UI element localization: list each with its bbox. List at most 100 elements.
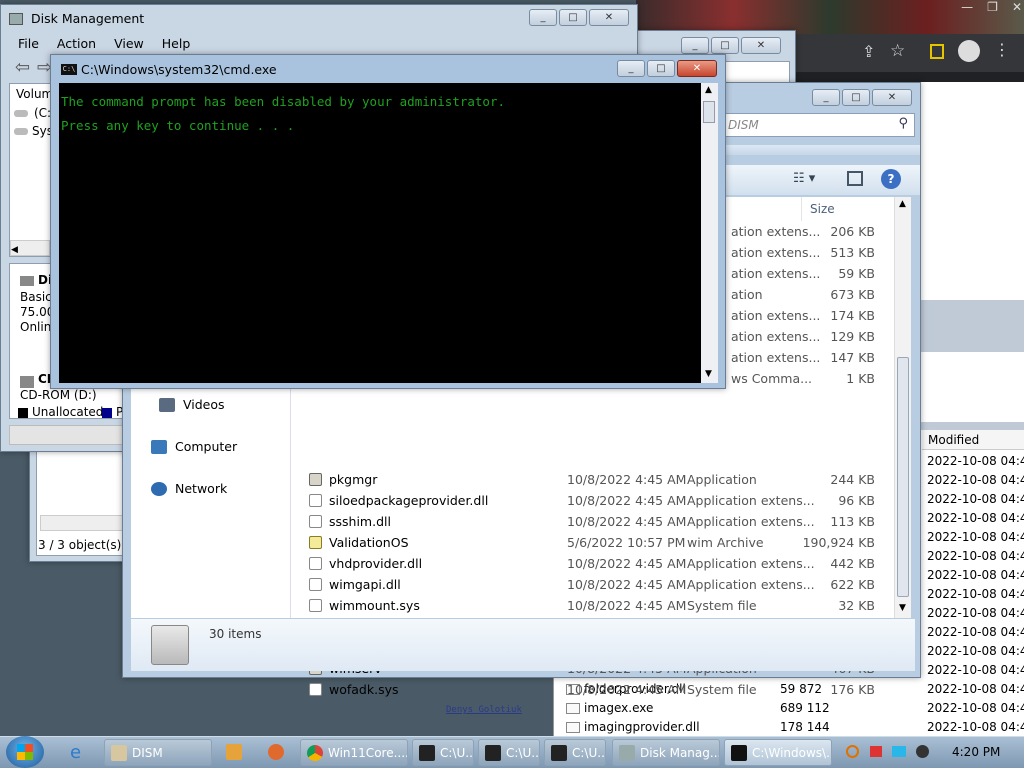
taskbar-7zip-3[interactable]: C:\U... bbox=[544, 739, 606, 766]
maximize-icon[interactable]: □ bbox=[559, 9, 587, 26]
maximize-icon[interactable]: ❐ bbox=[987, 0, 998, 18]
taskbar-disk-management[interactable]: Disk Manag... bbox=[612, 739, 720, 766]
star-icon[interactable]: ☆ bbox=[890, 41, 905, 61]
taskbar-chrome[interactable]: Win11Core.... bbox=[300, 739, 408, 766]
kebab-menu-icon[interactable]: ⋮ bbox=[994, 40, 1010, 59]
archive-file-row[interactable]: imagingprovider.dll 178 144 2022-10-08 04:… bbox=[554, 718, 1024, 737]
display-icon[interactable] bbox=[892, 746, 906, 757]
browser-caption-buttons[interactable]: — ❐ ✕ bbox=[926, 0, 1022, 18]
file-size: 113 KB bbox=[830, 514, 875, 529]
file-date: 10/8/2022 4:45 AM bbox=[567, 598, 687, 613]
media-player-icon[interactable] bbox=[226, 744, 242, 760]
column-header-modified[interactable]: Modified bbox=[922, 430, 1024, 450]
close-icon[interactable]: ✕ bbox=[677, 60, 717, 77]
close-icon[interactable]: ✕ bbox=[741, 37, 781, 54]
preview-pane-icon[interactable] bbox=[847, 171, 863, 186]
background-hscrollbar[interactable] bbox=[40, 515, 130, 531]
scroll-up-icon[interactable]: ▲ bbox=[899, 199, 906, 209]
cmd-titlebar[interactable]: C:\ C:\Windows\system32\cmd.exe _ □ ✕ bbox=[51, 55, 725, 83]
disk-management-titlebar[interactable]: Disk Management _ □ ✕ bbox=[1, 5, 637, 33]
start-button[interactable] bbox=[6, 736, 44, 768]
file-date: 10/8/2022 4:45 AM bbox=[567, 472, 687, 487]
search-input[interactable]: DISM bbox=[728, 118, 759, 132]
drive-icon bbox=[14, 110, 28, 117]
size-column-header[interactable]: Size bbox=[801, 197, 891, 221]
scroll-thumb[interactable] bbox=[897, 357, 909, 597]
back-arrow-icon[interactable]: ⇦ bbox=[15, 57, 30, 78]
legend-primary-swatch bbox=[102, 408, 112, 418]
taskbar-chrome-label: Win11Core.... bbox=[328, 745, 408, 760]
help-icon[interactable]: ? bbox=[881, 169, 901, 189]
console-scroll-thumb[interactable] bbox=[703, 101, 715, 123]
nav-network[interactable]: Network bbox=[151, 481, 227, 496]
minimize-icon[interactable]: — bbox=[961, 0, 973, 18]
minimize-icon[interactable]: _ bbox=[529, 9, 557, 26]
nav-computer[interactable]: Computer bbox=[151, 439, 237, 454]
file-date: 10/8/2022 4:45 AM bbox=[567, 577, 687, 592]
console-vscrollbar[interactable]: ▲ ▼ bbox=[701, 83, 718, 383]
disk-icon bbox=[20, 276, 34, 286]
search-box[interactable]: DISM ⚲ bbox=[719, 113, 915, 137]
file-row[interactable]: pkgmgr 10/8/2022 4:45 AM Application 244 KB bbox=[291, 469, 911, 490]
minimize-icon[interactable]: _ bbox=[812, 89, 840, 106]
menu-file[interactable]: File bbox=[9, 33, 48, 54]
modified-date: 2022-10-08 04:45 bbox=[927, 530, 1024, 544]
background-window-controls: _ □ ✕ bbox=[681, 37, 781, 54]
menu-view[interactable]: View bbox=[105, 33, 153, 54]
console-area[interactable]: The command prompt has been disabled by … bbox=[59, 83, 701, 383]
archive-file-row[interactable]: imagex.exe 689 112 2022-10-08 04:45 bbox=[554, 699, 1024, 718]
file-type: Application extens... bbox=[687, 577, 815, 592]
file-row[interactable]: wimmount.sys 10/8/2022 4:45 AM System file… bbox=[291, 595, 911, 616]
scroll-left-icon[interactable]: ◀ bbox=[11, 245, 18, 255]
modified-header-label: Modified bbox=[928, 433, 980, 447]
share-icon[interactable]: ⇪ bbox=[862, 42, 875, 61]
file-row[interactable]: wimgapi.dll 10/8/2022 4:45 AM Application … bbox=[291, 574, 911, 595]
profile-avatar-icon[interactable] bbox=[958, 40, 980, 62]
sidepanel-icon[interactable] bbox=[930, 44, 944, 59]
minimize-icon[interactable]: _ bbox=[617, 60, 645, 77]
scroll-up-icon[interactable]: ▲ bbox=[705, 85, 712, 95]
menu-help[interactable]: Help bbox=[153, 33, 200, 54]
file-row[interactable]: ValidationOS 5/6/2022 10:57 PM wim Archive… bbox=[291, 532, 911, 553]
ie-pinned-icon[interactable]: e bbox=[70, 742, 81, 763]
close-icon[interactable]: ✕ bbox=[1012, 0, 1022, 18]
menu-action[interactable]: Action bbox=[48, 33, 105, 54]
taskbar-7zip-2[interactable]: C:\U... bbox=[478, 739, 540, 766]
disk-management-icon bbox=[9, 13, 23, 25]
volume-hscrollbar[interactable]: ◀ bbox=[10, 240, 50, 256]
volume-column-header[interactable]: Volum bbox=[16, 87, 53, 101]
paint-icon[interactable] bbox=[268, 744, 284, 760]
file-size: 129 KB bbox=[830, 329, 875, 344]
file-list-vscrollbar[interactable]: ▲ ▼ bbox=[894, 197, 911, 618]
flag-icon[interactable] bbox=[870, 746, 882, 757]
nav-videos[interactable]: Videos bbox=[159, 397, 225, 412]
file-row[interactable]: ssshim.dll 10/8/2022 4:45 AM Application e… bbox=[291, 511, 911, 532]
maximize-icon[interactable]: □ bbox=[647, 60, 675, 77]
views-icon[interactable]: ☷ ▾ bbox=[793, 171, 815, 186]
search-tray-icon[interactable] bbox=[846, 745, 859, 758]
volume-icon[interactable] bbox=[916, 745, 929, 758]
file-row[interactable]: vhdprovider.dll 10/8/2022 4:45 AM Applicat… bbox=[291, 553, 911, 574]
taskbar-7zip-1[interactable]: C:\U... bbox=[412, 739, 474, 766]
file-row[interactable]: wofadk.sys 10/8/2022 4:45 AM System file 17… bbox=[291, 679, 911, 700]
maximize-icon[interactable]: □ bbox=[711, 37, 739, 54]
file-type: Application extens... bbox=[687, 556, 815, 571]
taskbar-dism[interactable]: DISM bbox=[104, 739, 212, 766]
taskbar-cmd[interactable]: C:\Windows\... bbox=[724, 739, 832, 766]
file-type: Application extens... bbox=[687, 514, 815, 529]
clock[interactable]: 4:20 PM bbox=[952, 745, 1000, 759]
close-icon[interactable]: ✕ bbox=[872, 89, 912, 106]
file-type: ation extens... bbox=[731, 266, 821, 281]
file-size: 174 KB bbox=[830, 308, 875, 323]
file-row[interactable]: siloedpackageprovider.dll 10/8/2022 4:45 … bbox=[291, 490, 911, 511]
scroll-down-icon[interactable]: ▼ bbox=[899, 603, 906, 613]
folder-icon bbox=[151, 625, 189, 665]
maximize-icon[interactable]: □ bbox=[842, 89, 870, 106]
nav-computer-label: Computer bbox=[175, 439, 238, 454]
minimize-icon[interactable]: _ bbox=[681, 37, 709, 54]
scroll-down-icon[interactable]: ▼ bbox=[705, 369, 712, 379]
explorer-window-controls: _ □ ✕ bbox=[812, 89, 912, 106]
file-type: ws Comma... bbox=[731, 371, 813, 386]
close-icon[interactable]: ✕ bbox=[589, 9, 629, 26]
search-icon[interactable]: ⚲ bbox=[898, 116, 908, 131]
